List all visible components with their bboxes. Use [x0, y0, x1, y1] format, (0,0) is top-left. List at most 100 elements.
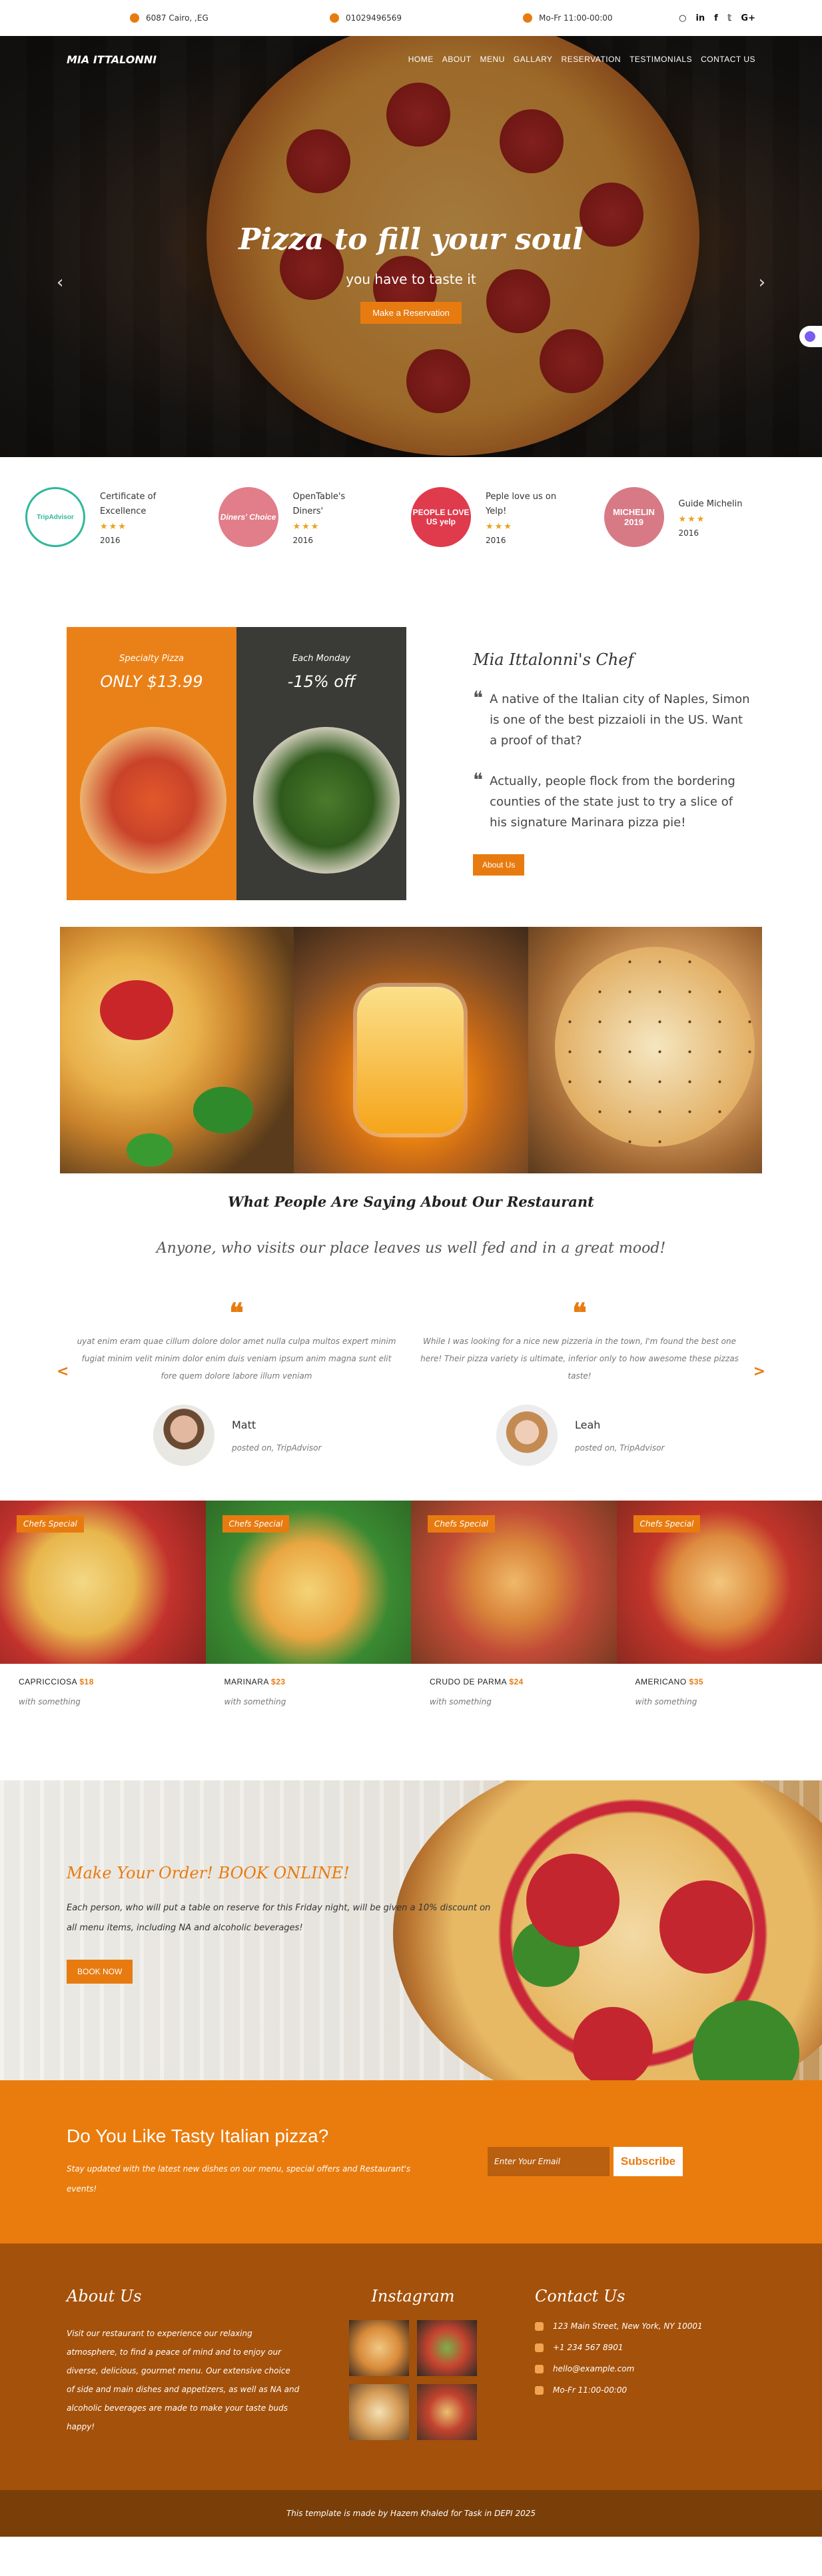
nav-contact[interactable]: CONTACT US — [701, 55, 755, 64]
chefs-special-badge: Chefs Special — [222, 1515, 290, 1533]
menu-item-card[interactable]: Chefs Special MARINARA $23 with somethin… — [205, 1501, 411, 1780]
avatar — [496, 1405, 558, 1466]
social-links: ○ in f 𝕥 G+ — [679, 13, 755, 23]
chefs-special-badge: Chefs Special — [17, 1515, 84, 1533]
testimonial-author: Leah posted on, TripAdvisor — [420, 1405, 739, 1466]
address-text: 6087 Cairo, ,EG — [146, 13, 208, 23]
hero-subtitle: you have to taste it — [346, 271, 476, 287]
testimonial-next-icon[interactable]: > — [753, 1363, 765, 1380]
side-widget-tab[interactable] — [799, 326, 822, 347]
book-now-button[interactable]: BOOK NOW — [67, 1960, 133, 1984]
nav-testimonials[interactable]: TESTIMONIALS — [629, 55, 692, 64]
footer-about-text: Visit our restaurant to experience our r… — [67, 2329, 300, 2431]
contact-hours: Mo-Fr 11:00-00:00 — [535, 2385, 755, 2395]
twitter-icon[interactable]: 𝕥 — [727, 13, 732, 23]
gallery-image-pizza[interactable] — [528, 927, 762, 1173]
award-item: TripAdvisor Certificate of Excellence ★★… — [25, 487, 218, 547]
author-name: Matt — [232, 1418, 256, 1431]
phone-icon — [535, 2343, 544, 2352]
menu-item-price: $24 — [509, 1677, 524, 1686]
gallery-image-pizza-slice[interactable] — [60, 927, 294, 1173]
site-logo[interactable]: MIA ITTALONNI — [67, 53, 157, 66]
testimonial-text: While I was looking for a nice new pizze… — [420, 1337, 739, 1381]
instagram-image[interactable] — [349, 2320, 409, 2376]
subscribe-button[interactable]: Subscribe — [614, 2147, 683, 2176]
testimonial-prev-icon[interactable]: < — [57, 1363, 69, 1380]
chef-quote-2: ❝ Actually, people flock from the border… — [473, 771, 753, 833]
menu-item-title: AMERICANO $35 — [635, 1677, 704, 1686]
gallery-section — [60, 927, 762, 1173]
promo-price: ONLY $13.99 — [100, 672, 203, 691]
menu-item-card[interactable]: Chefs Special CRUDO DE PARMA $24 with so… — [411, 1501, 617, 1780]
nav-about[interactable]: ABOUT — [442, 55, 472, 64]
instagram-title: Instagram — [371, 2287, 455, 2305]
order-text: Each person, who will put a table on res… — [67, 1903, 491, 1933]
award-name: Guide Michelin — [678, 498, 743, 509]
chef-title: Mia Ittalonni's Chef — [473, 650, 634, 669]
about-us-button[interactable]: About Us — [473, 854, 525, 876]
author-name: Leah — [575, 1418, 601, 1431]
email-field[interactable] — [488, 2147, 610, 2176]
menu-item-image: Chefs Special — [616, 1501, 822, 1664]
instagram-grid — [346, 2320, 480, 2440]
carousel-prev-icon[interactable]: ‹ — [57, 273, 63, 293]
hero-section: MIA ITTALONNI HOME ABOUT MENU GALLARY RE… — [0, 36, 822, 457]
phone-icon — [330, 13, 339, 23]
award-name-2: Yelp! — [486, 506, 507, 516]
menu-item-desc: with something — [19, 1697, 81, 1706]
order-content: Make Your Order! BOOK ONLINE! Each perso… — [67, 1864, 493, 1984]
linkedin-icon[interactable]: in — [695, 13, 705, 23]
award-year: 2016 — [100, 535, 121, 545]
opentable-badge: Diners' Choice — [218, 487, 278, 547]
nav-menu-link[interactable]: MENU — [480, 55, 505, 64]
menu-item-title: CRUDO DE PARMA $24 — [430, 1677, 524, 1686]
menu-item-image: Chefs Special — [0, 1501, 206, 1664]
newsletter-text: Stay updated with the latest new dishes … — [67, 2164, 411, 2194]
quote-icon: ❝ — [473, 687, 484, 709]
clock-icon — [523, 13, 532, 23]
tripadvisor-badge: TripAdvisor — [25, 487, 85, 547]
google-plus-icon[interactable]: G+ — [741, 13, 755, 23]
monday-pizza-image — [253, 727, 400, 874]
testimonial-carousel: < > ❝ uyat enim eram quae cillum dolore … — [0, 1277, 822, 1530]
menu-item-price: $18 — [79, 1677, 94, 1686]
avatar — [153, 1405, 214, 1466]
menu-item-card[interactable]: Chefs Special CAPRICCIOSA $18 with somet… — [0, 1501, 206, 1780]
award-stars: ★★★ — [486, 521, 513, 532]
contact-email[interactable]: hello@example.com — [535, 2364, 755, 2373]
footer-contact: Contact Us 123 Main Street, New York, NY… — [535, 2287, 755, 2407]
award-year: 2016 — [292, 535, 314, 545]
award-item: Diners' Choice OpenTable's Diners' ★★★ 2… — [218, 487, 412, 547]
nav-gallery[interactable]: GALLARY — [514, 55, 553, 64]
menu-item-card[interactable]: Chefs Special AMERICANO $35 with somethi… — [616, 1501, 822, 1780]
hero-title: Pizza to fill your soul — [238, 223, 584, 257]
instagram-image[interactable] — [417, 2384, 477, 2440]
instagram-image[interactable] — [417, 2320, 477, 2376]
chef-section: Specialty Pizza ONLY $13.99 Each Monday … — [0, 577, 822, 927]
nav-home[interactable]: HOME — [408, 55, 434, 64]
nav-reservation[interactable]: RESERVATION — [562, 55, 621, 64]
reservation-button[interactable]: Make a Reservation — [360, 302, 462, 324]
gallery-image-orange-juice[interactable] — [294, 927, 528, 1173]
award-name: Certificate of — [100, 491, 157, 502]
github-icon[interactable]: ○ — [679, 13, 686, 23]
promo-banner: Specialty Pizza ONLY $13.99 Each Monday … — [67, 627, 406, 900]
phone-text: 01029496569 — [346, 13, 402, 23]
menu-section: Chefs Special CAPRICCIOSA $18 with somet… — [0, 1501, 822, 1780]
menu-item-price: $35 — [689, 1677, 704, 1686]
contact-address: 123 Main Street, New York, NY 10001 — [535, 2321, 755, 2331]
promo-label: Each Monday — [292, 654, 351, 664]
top-bar: 6087 Cairo, ,EG 01029496569 Mo-Fr 11:00-… — [0, 0, 822, 36]
menu-item-desc: with something — [430, 1697, 492, 1706]
promo-discount: -15% off — [287, 672, 356, 691]
instagram-image[interactable] — [349, 2384, 409, 2440]
copyright-bar: This template is made by Hazem Khaled fo… — [0, 2490, 822, 2537]
award-name: OpenTable's — [292, 491, 346, 502]
award-name-2: Diners' — [292, 506, 324, 516]
award-stars: ★★★ — [100, 521, 127, 532]
specialty-promo: Specialty Pizza ONLY $13.99 — [67, 627, 236, 900]
michelin-badge: MICHELIN 2019 — [604, 487, 664, 547]
facebook-icon[interactable]: f — [714, 13, 718, 23]
carousel-next-icon[interactable]: › — [759, 273, 765, 293]
monday-promo: Each Monday -15% off — [236, 627, 406, 900]
